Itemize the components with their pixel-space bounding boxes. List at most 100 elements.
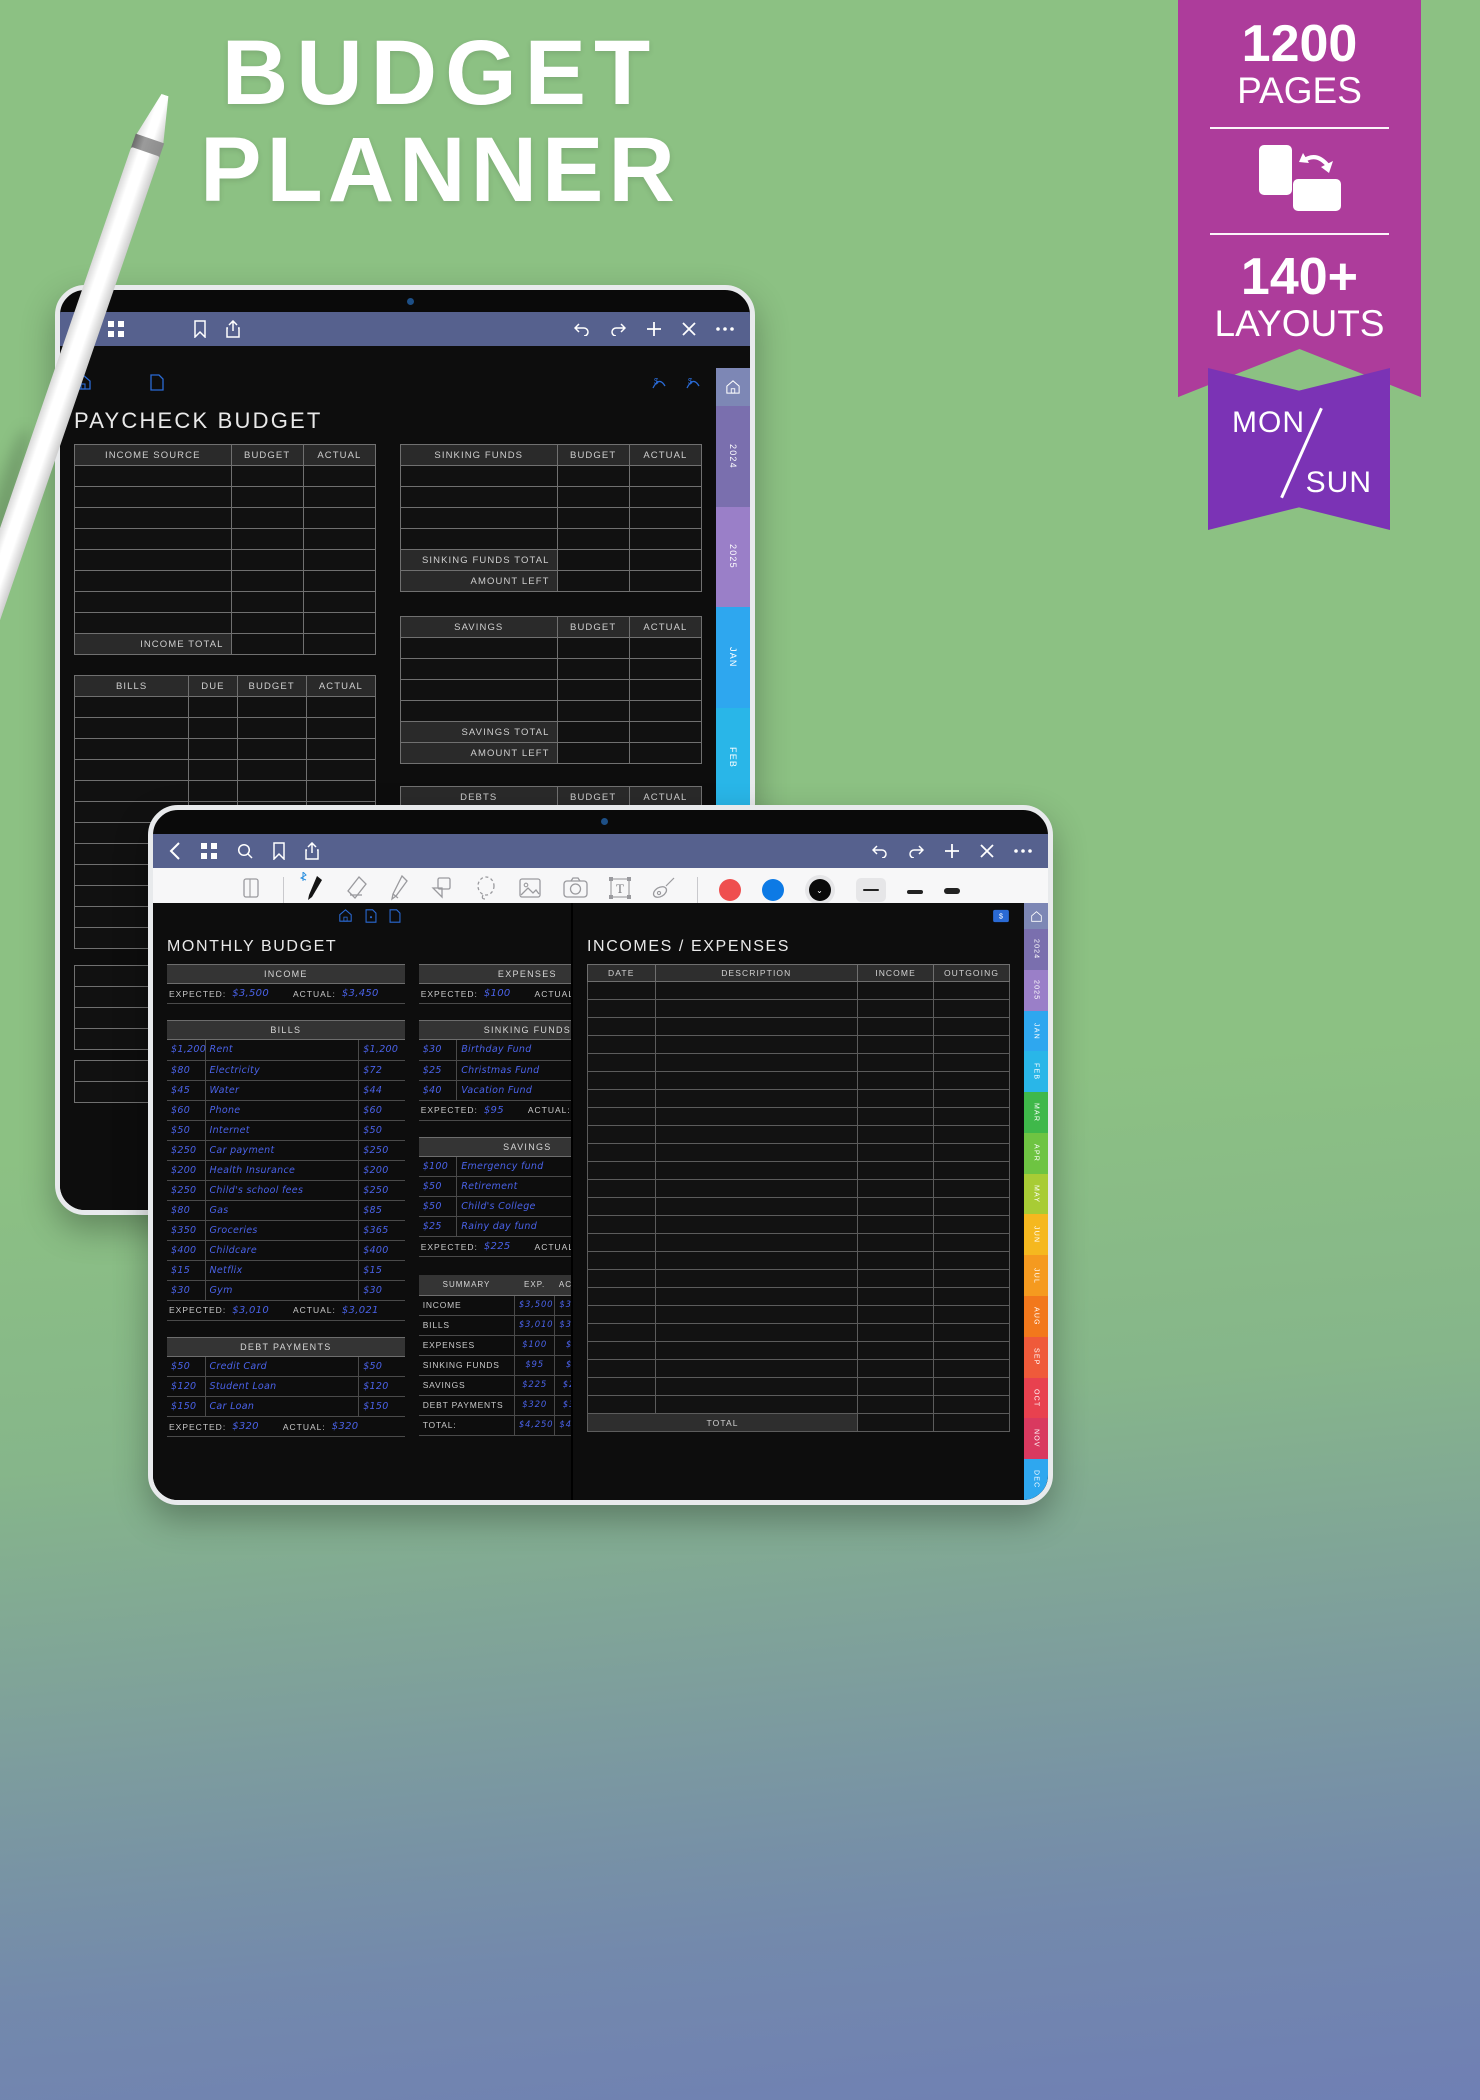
undo-icon[interactable] <box>872 844 888 858</box>
table-cell[interactable] <box>857 1053 935 1072</box>
camera-icon[interactable] <box>562 877 588 903</box>
table-cell[interactable] <box>305 738 377 760</box>
table-cell[interactable] <box>400 507 558 529</box>
table-row[interactable] <box>74 528 377 550</box>
table-cell[interactable] <box>587 1161 656 1180</box>
row-name[interactable]: Gas <box>205 1200 359 1221</box>
table-cell[interactable] <box>188 738 238 760</box>
table-cell[interactable] <box>400 637 558 659</box>
row-actual[interactable]: $60 <box>358 1100 405 1121</box>
row-actual[interactable]: $250 <box>358 1180 405 1201</box>
row-name[interactable]: Birthday Fund <box>456 1040 571 1061</box>
table-cell[interactable] <box>74 591 232 613</box>
table-cell[interactable] <box>587 1305 656 1324</box>
table-row[interactable] <box>587 1107 1010 1126</box>
month-tab-feb[interactable]: FEB <box>1024 1051 1048 1093</box>
stamp-icon-1[interactable]: $ <box>650 375 668 396</box>
table-cell[interactable] <box>933 1341 1010 1360</box>
back-chevron-icon[interactable] <box>169 842 181 860</box>
month-strip-home[interactable] <box>716 368 750 406</box>
table-cell[interactable] <box>654 1197 859 1216</box>
table-cell[interactable] <box>400 700 558 722</box>
summary-cell-exp[interactable]: $320 <box>513 1395 555 1416</box>
table-cell[interactable] <box>302 612 377 634</box>
row-budget[interactable]: $1,200 <box>167 1040 206 1061</box>
month-strip-home[interactable] <box>1024 903 1048 929</box>
list-item[interactable]: $30 Gym $30 <box>167 1280 405 1301</box>
table-cell[interactable] <box>302 528 377 550</box>
row-actual[interactable]: $365 <box>358 1220 405 1241</box>
table-cell[interactable] <box>654 1017 859 1036</box>
table-cell[interactable] <box>857 981 935 1000</box>
table-cell[interactable] <box>628 700 703 722</box>
table-cell[interactable] <box>73 759 190 781</box>
row-name[interactable]: Vacation Fund <box>456 1080 571 1101</box>
table-row[interactable] <box>74 549 377 571</box>
table-cell[interactable] <box>654 1251 859 1270</box>
list-item[interactable]: $50 Internet $50 <box>167 1120 405 1141</box>
list-item[interactable]: $50Retirement$50 <box>418 1176 571 1197</box>
table-row[interactable] <box>587 1323 1010 1342</box>
table-row[interactable] <box>400 507 703 529</box>
summary-cell-exp[interactable]: $100 <box>513 1335 555 1356</box>
table-cell[interactable] <box>933 1377 1010 1396</box>
table-cell[interactable] <box>933 1287 1010 1306</box>
table-row[interactable] <box>73 759 377 781</box>
list-item[interactable]: $60 Phone $60 <box>167 1100 405 1121</box>
table-cell[interactable] <box>857 1341 935 1360</box>
highlighter-icon[interactable] <box>389 874 409 906</box>
row-name[interactable]: Childcare <box>205 1240 359 1261</box>
summary-cell-label[interactable]: SINKING FUNDS <box>418 1355 515 1376</box>
shape-cut-icon[interactable] <box>430 876 454 905</box>
table-cell[interactable] <box>587 1251 656 1270</box>
table-cell[interactable] <box>74 549 232 571</box>
share-icon[interactable] <box>305 842 319 860</box>
table-cell[interactable] <box>305 759 377 781</box>
stroke-size-medium[interactable] <box>906 881 923 899</box>
month-tab-nov[interactable]: NOV <box>1024 1418 1048 1460</box>
table-row[interactable] <box>587 999 1010 1018</box>
redo-icon[interactable] <box>908 844 924 858</box>
savings-total-actual[interactable] <box>628 721 703 743</box>
ie-total-outgoing[interactable] <box>933 1413 1010 1432</box>
table-cell[interactable] <box>305 717 377 739</box>
close-icon[interactable] <box>682 322 696 336</box>
list-item[interactable]: $15 Netflix $15 <box>167 1260 405 1281</box>
table-cell[interactable] <box>236 717 307 739</box>
table-cell[interactable] <box>857 1143 935 1162</box>
table-cell[interactable] <box>933 1035 1010 1054</box>
row-actual[interactable]: $15 <box>358 1260 405 1281</box>
list-item[interactable]: $50 Credit Card $50 <box>167 1356 405 1377</box>
row-name[interactable]: Car payment <box>205 1140 359 1161</box>
table-cell[interactable] <box>628 507 703 529</box>
summary-total-row[interactable]: TOTAL:$4,250$4,206-$44 <box>418 1415 571 1436</box>
table-cell[interactable] <box>230 486 304 508</box>
list-item[interactable]: $250 Car payment $250 <box>167 1140 405 1161</box>
table-cell[interactable] <box>933 1305 1010 1324</box>
table-cell[interactable] <box>857 1215 935 1234</box>
summary-cell-label[interactable]: INCOME <box>418 1295 515 1316</box>
month-tab-feb[interactable]: FEB <box>716 707 750 808</box>
row-budget[interactable]: $30 <box>418 1040 458 1061</box>
month-tab-sep[interactable]: SEP <box>1024 1336 1048 1378</box>
row-name[interactable]: Internet <box>205 1120 359 1141</box>
thumbnails-grid-icon[interactable] <box>108 321 124 337</box>
table-cell[interactable] <box>587 1233 656 1252</box>
table-cell[interactable] <box>74 612 232 634</box>
row-name[interactable]: Groceries <box>205 1220 359 1241</box>
table-row[interactable] <box>74 486 377 508</box>
table-row[interactable] <box>587 1125 1010 1144</box>
table-row[interactable] <box>587 1197 1010 1216</box>
row-name[interactable]: Health Insurance <box>205 1160 359 1181</box>
table-cell[interactable] <box>654 1341 859 1360</box>
table-cell[interactable] <box>587 1071 656 1090</box>
color-swatch-black-selected[interactable]: ⌄ <box>804 875 835 905</box>
table-row[interactable] <box>400 528 703 550</box>
list-item[interactable]: $150 Car Loan $150 <box>167 1396 405 1417</box>
table-cell[interactable] <box>654 1089 859 1108</box>
row-name[interactable]: Child's College <box>456 1196 571 1217</box>
table-cell[interactable] <box>236 696 307 718</box>
table-cell[interactable] <box>654 1161 859 1180</box>
row-budget[interactable]: $45 <box>167 1080 206 1101</box>
row-name[interactable]: Rainy day fund <box>456 1216 571 1237</box>
